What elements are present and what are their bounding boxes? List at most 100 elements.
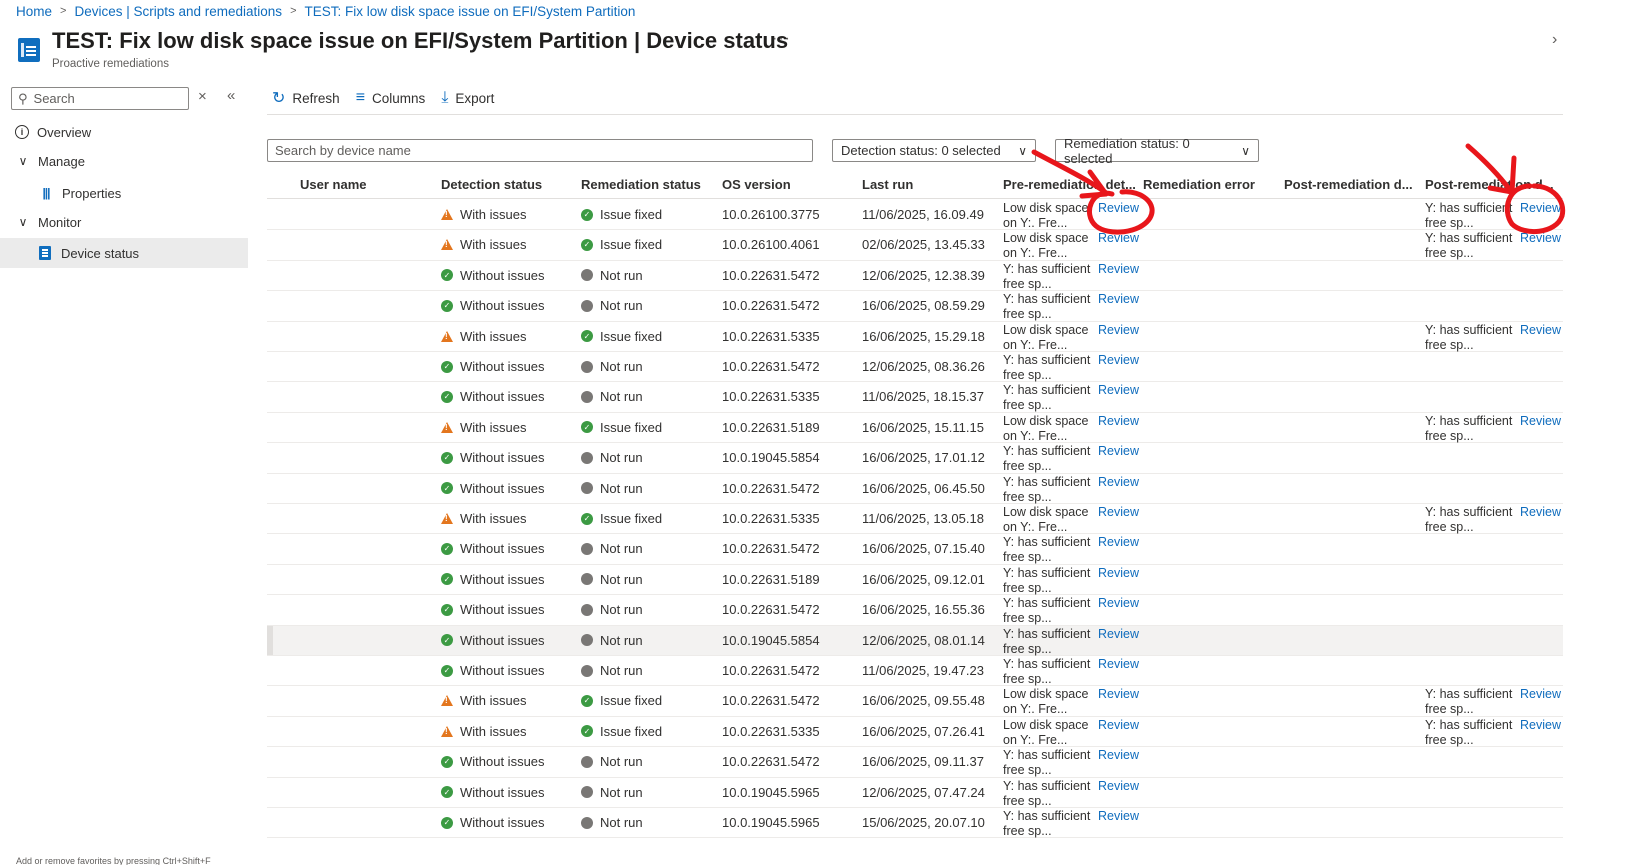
pre-remediation-review-link[interactable]: Review bbox=[1098, 566, 1139, 580]
pre-remediation-review-link[interactable]: Review bbox=[1098, 475, 1139, 489]
gray-dot-icon bbox=[581, 603, 593, 616]
table-row[interactable]: With issues ✓ Issue fixed 10.0.22631.5472 16… bbox=[267, 686, 1563, 717]
pre-remediation-review-link[interactable]: Review bbox=[1098, 292, 1139, 306]
remediation-status-label: Not run bbox=[600, 480, 643, 496]
check-circle-icon: ✓ bbox=[581, 694, 593, 707]
column-header-os-version[interactable]: OS version bbox=[722, 177, 791, 192]
table-row[interactable]: With issues ✓ Issue fixed 10.0.22631.5189 16… bbox=[267, 413, 1563, 444]
table-row[interactable]: ✓ Without issues Not run 10.0.22631.5472 16/… bbox=[267, 595, 1563, 626]
pre-remediation-review-link[interactable]: Review bbox=[1098, 231, 1139, 245]
pre-remediation-review-link[interactable]: Review bbox=[1098, 809, 1139, 823]
post-remediation-review-link[interactable]: Review bbox=[1520, 201, 1561, 215]
clear-search-icon[interactable]: × bbox=[198, 88, 207, 105]
table-row[interactable]: ✓ Without issues Not run 10.0.22631.5472 16/… bbox=[267, 534, 1563, 565]
detection-status: ✓ Without issues bbox=[441, 541, 545, 556]
table-row[interactable]: ✓ Without issues Not run 10.0.19045.5854 16/… bbox=[267, 443, 1563, 474]
sidebar-item-overview[interactable]: i Overview bbox=[0, 117, 248, 147]
table-row[interactable]: ✓ Without issues Not run 10.0.22631.5472 12/… bbox=[267, 261, 1563, 292]
device-search-input[interactable]: Search by device name bbox=[267, 139, 813, 162]
pre-remediation-output: Y: has sufficient free sp... bbox=[1003, 444, 1091, 474]
pre-remediation-review-link[interactable]: Review bbox=[1098, 353, 1139, 367]
post-remediation-review-link[interactable]: Review bbox=[1520, 414, 1561, 428]
remediation-status-label: Not run bbox=[600, 571, 643, 587]
detection-status: ✓ Without issues bbox=[441, 450, 545, 465]
column-header-last-run[interactable]: Last run bbox=[862, 177, 913, 192]
table-row[interactable]: ✓ Without issues Not run 10.0.22631.5472 16/… bbox=[267, 291, 1563, 322]
table-row[interactable]: With issues ✓ Issue fixed 10.0.22631.5335 16… bbox=[267, 717, 1563, 748]
last-run: 16/06/2025, 09.11.37 bbox=[862, 754, 984, 770]
sidebar-group-manage[interactable]: ∨ Manage bbox=[0, 146, 248, 176]
remediation-status-label: Issue fixed bbox=[600, 511, 663, 526]
pre-remediation-review-link[interactable]: Review bbox=[1098, 323, 1139, 337]
more-options-icon[interactable]: ··· bbox=[772, 30, 791, 48]
warning-icon bbox=[441, 725, 453, 737]
table-row[interactable]: ✓ Without issues Not run 10.0.22631.5189 16/… bbox=[267, 565, 1563, 596]
table-row[interactable]: ✓ Without issues Not run 10.0.22631.5472 16/… bbox=[267, 474, 1563, 504]
refresh-button[interactable]: ↻ Refresh bbox=[272, 88, 340, 108]
pre-remediation-review-link[interactable]: Review bbox=[1098, 535, 1139, 549]
column-header-pre-remediation-detection[interactable]: Pre-remediation det... bbox=[1003, 177, 1137, 192]
pre-remediation-review-link[interactable]: Review bbox=[1098, 444, 1139, 458]
pre-remediation-output: Low disk space on Y:. Fre... bbox=[1003, 413, 1089, 443]
column-header-remediation-status[interactable]: Remediation status bbox=[581, 177, 701, 192]
pre-remediation-review-link[interactable]: Review bbox=[1098, 505, 1139, 519]
command-bar: ↻ Refresh ≡ Columns ⤓ Export bbox=[272, 88, 510, 108]
os-version: 10.0.19045.5965 bbox=[722, 815, 820, 830]
sidebar-item-properties[interactable]: ||| Properties bbox=[0, 178, 248, 208]
table-row[interactable]: ✓ Without issues Not run 10.0.22631.5472 12/… bbox=[267, 352, 1563, 383]
pre-remediation-review-link[interactable]: Review bbox=[1098, 414, 1139, 428]
gray-dot-icon bbox=[581, 573, 593, 586]
table-row[interactable]: ✓ Without issues Not run 10.0.19045.5965 12/… bbox=[267, 778, 1563, 808]
breadcrumb-home[interactable]: Home bbox=[16, 4, 52, 19]
breadcrumb-scripts-remediations[interactable]: Devices | Scripts and remediations bbox=[74, 4, 282, 19]
post-remediation-review-link[interactable]: Review bbox=[1520, 323, 1561, 337]
pre-remediation-review-link[interactable]: Review bbox=[1098, 262, 1139, 276]
pre-remediation-review-link[interactable]: Review bbox=[1098, 748, 1139, 762]
collapse-sidebar-icon[interactable]: « bbox=[227, 87, 235, 104]
breadcrumb-current-script[interactable]: TEST: Fix low disk space issue on EFI/Sy… bbox=[305, 4, 636, 19]
pre-remediation-review-link[interactable]: Review bbox=[1098, 383, 1139, 397]
remediation-status: Not run bbox=[581, 602, 643, 617]
columns-label: Columns bbox=[372, 90, 426, 106]
column-header-remediation-error[interactable]: Remediation error bbox=[1143, 177, 1255, 192]
pre-remediation-review-link[interactable]: Review bbox=[1098, 779, 1139, 793]
sidebar-item-device-status[interactable]: Device status bbox=[0, 238, 248, 268]
column-header-post-remediation-detection-2[interactable]: Post-remediation d... bbox=[1425, 177, 1559, 192]
table-row[interactable]: With issues ✓ Issue fixed 10.0.22631.5335 16… bbox=[267, 322, 1563, 352]
columns-button[interactable]: ≡ Columns bbox=[356, 89, 426, 107]
table-row[interactable]: With issues ✓ Issue fixed 10.0.26100.3775 11… bbox=[267, 200, 1563, 231]
pre-remediation-review-link[interactable]: Review bbox=[1098, 201, 1139, 215]
pre-remediation-review-link[interactable]: Review bbox=[1098, 718, 1139, 732]
pre-remediation-review-link[interactable]: Review bbox=[1098, 596, 1139, 610]
table-row[interactable]: With issues ✓ Issue fixed 10.0.26100.4061 02… bbox=[267, 230, 1563, 261]
table-row[interactable]: With issues ✓ Issue fixed 10.0.22631.5335 11… bbox=[267, 504, 1563, 535]
table-row[interactable]: ✓ Without issues Not run 10.0.22631.5335 11/… bbox=[267, 382, 1563, 413]
pre-remediation-review-link[interactable]: Review bbox=[1098, 687, 1139, 701]
detection-status: ✓ Without issues bbox=[441, 359, 545, 374]
post-remediation-review-link[interactable]: Review bbox=[1520, 718, 1561, 732]
column-header-user-name[interactable]: User name bbox=[300, 177, 366, 192]
table-row[interactable]: ✓ Without issues Not run 10.0.19045.5965 15/… bbox=[267, 808, 1563, 839]
remediation-status: Not run bbox=[581, 298, 643, 313]
post-remediation-review-link[interactable]: Review bbox=[1520, 231, 1561, 245]
export-button[interactable]: ⤓ Export bbox=[441, 89, 494, 107]
post-remediation-review-link[interactable]: Review bbox=[1520, 505, 1561, 519]
pre-remediation-review-link[interactable]: Review bbox=[1098, 657, 1139, 671]
column-header-detection-status[interactable]: Detection status bbox=[441, 177, 542, 192]
sidebar-group-monitor[interactable]: ∨ Monitor bbox=[0, 207, 248, 237]
table-row[interactable]: ✓ Without issues Not run 10.0.22631.5472 16/… bbox=[267, 747, 1563, 778]
sidebar-search-input[interactable]: ⚲ Search bbox=[11, 87, 189, 110]
post-remediation-review-link[interactable]: Review bbox=[1520, 687, 1561, 701]
chevron-right-icon[interactable]: › bbox=[1552, 31, 1557, 49]
last-run: 16/06/2025, 09.12.01 bbox=[862, 571, 985, 587]
detection-status-filter[interactable]: Detection status: 0 selected ∨ bbox=[832, 139, 1036, 162]
pre-remediation-review-link[interactable]: Review bbox=[1098, 627, 1139, 641]
table-row[interactable]: ✓ Without issues Not run 10.0.22631.5472 11/… bbox=[267, 656, 1563, 687]
column-header-post-remediation-detection[interactable]: Post-remediation d... bbox=[1284, 177, 1418, 192]
detection-status-label: Without issues bbox=[460, 541, 545, 557]
detection-status-label: Without issues bbox=[460, 267, 545, 283]
table-row[interactable]: ✓ Without issues Not run 10.0.19045.5854 12/… bbox=[267, 625, 1563, 656]
remediation-status-filter[interactable]: Remediation status: 0 selected ∨ bbox=[1055, 136, 1259, 166]
detection-status-label: With issues bbox=[460, 511, 527, 526]
last-run: 11/06/2025, 18.15.37 bbox=[862, 389, 984, 405]
